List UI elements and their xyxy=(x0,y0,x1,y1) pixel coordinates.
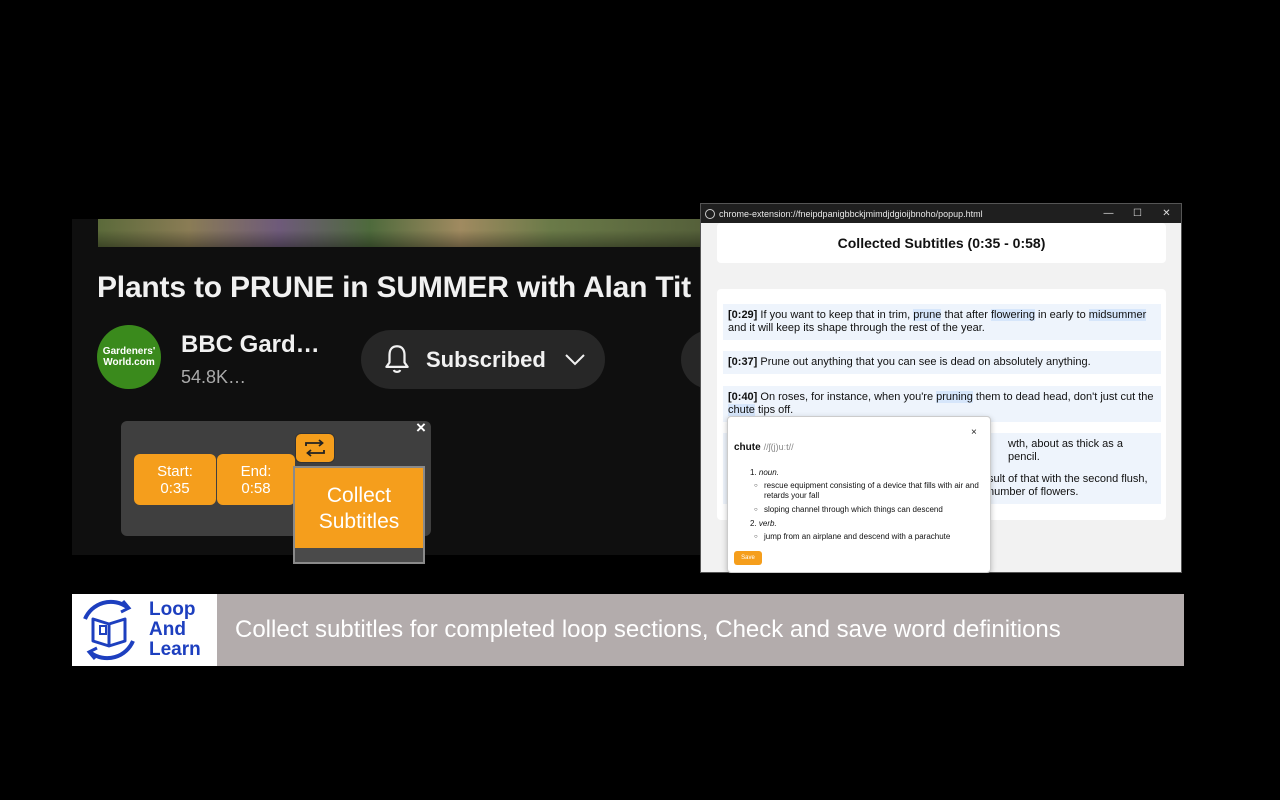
logo-line3: Learn xyxy=(149,639,201,660)
collect-label-line1: Collect xyxy=(326,484,392,507)
sense-number: 2. xyxy=(750,519,757,528)
word-definition-popover: × chute//ʃ(j)uːt// 1. noun. rescue equip… xyxy=(727,416,991,573)
loop-toggle-button[interactable] xyxy=(295,433,335,463)
collect-label-line2: Subtitles xyxy=(318,510,400,533)
subtitle-text: wth, about as thick as a pencil. xyxy=(1008,438,1123,463)
subtitle-text: tips off. xyxy=(754,404,794,416)
subtitle-text: number of flowers. xyxy=(988,486,1079,498)
highlighted-word[interactable]: chute xyxy=(728,404,755,416)
definition-pronunciation: //ʃ(j)uːt// xyxy=(763,442,794,452)
window-titlebar: chrome-extension://fneipdpanigbbckjmimdj… xyxy=(701,204,1181,223)
definition-text: jump from an airplane and descend with a… xyxy=(754,532,986,542)
highlighted-word[interactable]: prune xyxy=(913,309,942,321)
subtitle-entry[interactable]: [0:29] If you want to keep that in trim,… xyxy=(723,304,1161,340)
collect-subtitles-label: Collect Subtitles xyxy=(295,483,423,535)
channel-avatar[interactable]: Gardeners' World.com xyxy=(97,325,161,389)
sense-number: 1. xyxy=(750,468,757,477)
page-title: Collected Subtitles (0:35 - 0:58) xyxy=(837,235,1046,251)
part-of-speech: verb. xyxy=(758,519,777,528)
subtitle-text: On roses, for instance, when you're xyxy=(757,391,937,403)
subtitle-text: If you want to keep that in trim, xyxy=(757,309,914,321)
loop-start-label: Start: xyxy=(157,462,193,480)
next-action-button[interactable] xyxy=(681,330,702,389)
close-icon[interactable]: ✕ xyxy=(1152,208,1181,219)
loop-start-button[interactable]: Start: 0:35 xyxy=(134,454,216,505)
loop-end-button[interactable]: End: 0:58 xyxy=(217,454,295,505)
collect-button-bottom-bar xyxy=(295,548,423,562)
bell-icon xyxy=(385,344,409,373)
channel-name[interactable]: BBC Gard… xyxy=(181,331,320,359)
loop-start-value: 0:35 xyxy=(160,479,190,497)
subtitle-entry[interactable]: [0:37] Prune out anything that you can s… xyxy=(723,351,1161,374)
minimize-icon[interactable]: — xyxy=(1094,208,1123,219)
subtitle-text: sult of that with the second flush, xyxy=(988,473,1148,485)
highlighted-word[interactable]: pruning xyxy=(936,391,973,403)
subtitle-timestamp: [0:29] xyxy=(728,309,758,321)
highlighted-word[interactable]: flowering xyxy=(990,309,1035,321)
channel-subscriber-count: 54.8K… xyxy=(181,367,247,387)
loop-and-learn-logo: Loop And Learn xyxy=(72,594,217,666)
logo-wordmark: Loop And Learn xyxy=(149,600,201,660)
highlighted-word[interactable]: midsummer xyxy=(1088,309,1147,321)
extension-icon xyxy=(705,208,715,219)
save-button[interactable]: Save xyxy=(734,551,762,565)
loop-end-value: 0:58 xyxy=(241,479,271,497)
subtitle-text: in early to xyxy=(1034,309,1089,321)
loop-end-label: End: xyxy=(240,462,272,480)
close-icon[interactable]: × xyxy=(971,427,977,438)
subtitle-text: them to dead head, don't just cut the xyxy=(972,391,1154,403)
part-of-speech: noun. xyxy=(758,468,779,477)
chevron-down-icon xyxy=(565,353,585,365)
subtitle-text: Prune out anything that you can see is d… xyxy=(757,356,1091,368)
book-loop-icon xyxy=(83,599,135,661)
subtitle-text: that after xyxy=(941,309,991,321)
loop-widget-close-icon[interactable]: × xyxy=(416,418,426,438)
feature-banner: Loop And Learn Collect subtitles for com… xyxy=(72,594,1184,666)
definition-text: sloping channel through which things can… xyxy=(754,505,986,515)
promo-stage: Plants to PRUNE in SUMMER with Alan Tit … xyxy=(0,0,1280,800)
definition-word: chute xyxy=(734,442,761,453)
collect-subtitles-button[interactable]: Collect Subtitles xyxy=(293,466,425,564)
subscribed-label: Subscribed xyxy=(426,346,546,372)
definition-sense: 2. verb. xyxy=(750,519,777,528)
definition-header: chute//ʃ(j)uːt// xyxy=(734,442,794,453)
subtitles-header-card: Collected Subtitles (0:35 - 0:58) xyxy=(717,223,1166,263)
banner-caption: Collect subtitles for completed loop sec… xyxy=(235,616,1061,643)
repeat-icon xyxy=(305,439,325,457)
maximize-icon[interactable]: ☐ xyxy=(1123,208,1152,219)
definition-sense: 1. noun. xyxy=(750,468,779,477)
popup-url: chrome-extension://fneipdpanigbbckjmimdj… xyxy=(719,208,983,219)
definition-text: rescue equipment consisting of a device … xyxy=(754,481,986,501)
logo-line1: Loop xyxy=(149,599,196,620)
subtitle-timestamp: [0:37] xyxy=(728,356,758,368)
subtitle-text: and it will keep its shape through the r… xyxy=(728,322,985,334)
subscribed-button[interactable]: Subscribed xyxy=(361,330,605,389)
logo-line2: And xyxy=(149,619,186,640)
subtitle-timestamp: [0:40] xyxy=(728,391,758,403)
video-title: Plants to PRUNE in SUMMER with Alan Tit xyxy=(97,271,691,304)
video-thumbnail-strip xyxy=(98,219,702,247)
